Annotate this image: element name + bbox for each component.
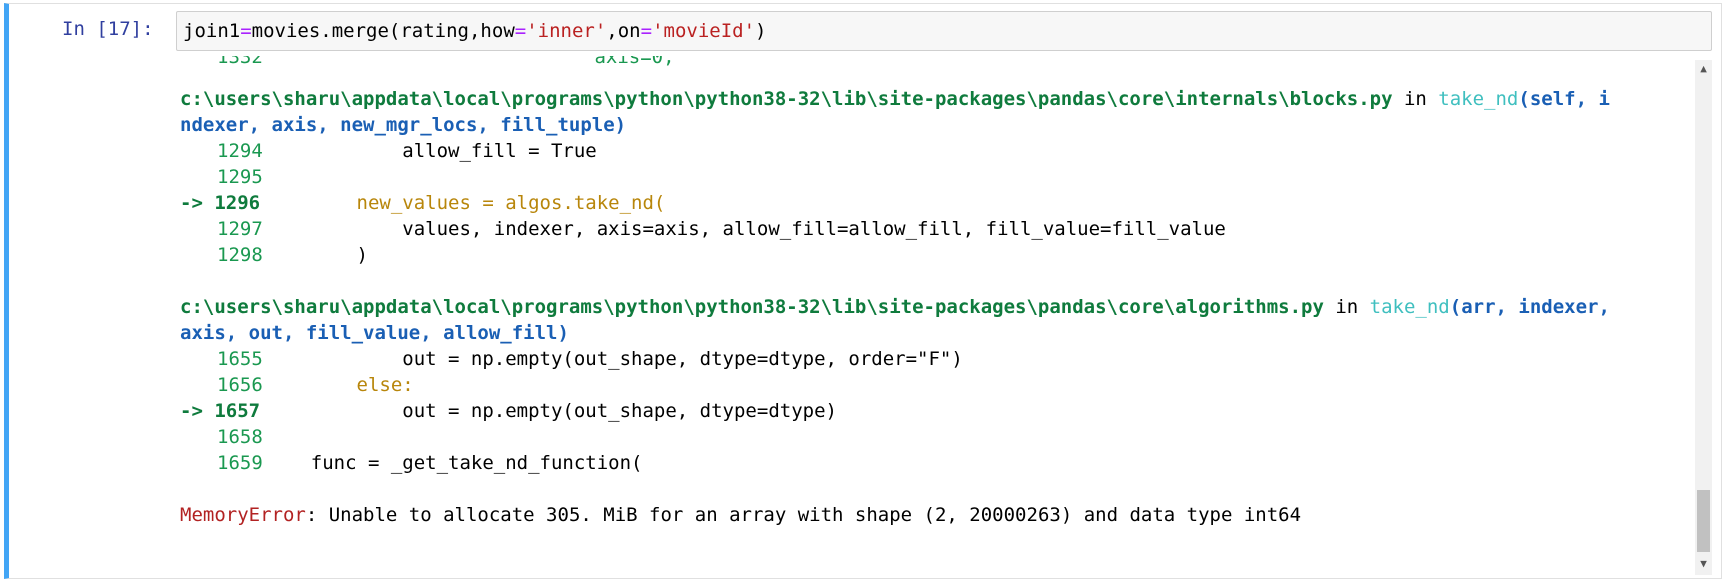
frame-args-cont: axis, out, fill_value, allow_fill) [180, 322, 569, 344]
output-area[interactable]: 1332 axis=0, c:\users\sharu\appdata\loca… [12, 56, 1712, 580]
frame-args-cont: ndexer, axis, new_mgr_locs, fill_tuple) [180, 114, 627, 136]
code-token: ) [755, 20, 767, 42]
scroll-up-arrow-icon[interactable]: ▲ [1695, 60, 1712, 77]
frame-func: take_nd [1438, 88, 1519, 110]
code-token: ,on [606, 20, 641, 42]
code-token: = [240, 20, 252, 42]
line-number: 1658 [217, 426, 263, 448]
scroll-down-arrow-icon[interactable]: ▼ [1695, 555, 1712, 572]
frame-header: c:\users\sharu\appdata\local\programs\py… [180, 294, 1610, 320]
line-number: 1295 [217, 166, 263, 188]
frame-header: c:\users\sharu\appdata\local\programs\py… [180, 86, 1610, 112]
frame-args: (arr, indexer, [1449, 296, 1610, 318]
frame-in: in [1323, 296, 1370, 318]
current-line-marker: -> 1296 [180, 192, 261, 214]
code-line: out = np.empty(out_shape, dtype=dtype, o… [265, 348, 963, 370]
code-line: ) [265, 244, 368, 266]
code-token: 'movieId' [652, 20, 756, 42]
line-number: 1655 [217, 348, 263, 370]
frame-in: in [1392, 88, 1439, 110]
line-number: 1659 [217, 452, 263, 474]
code-line: func = _get_take_nd_function( [265, 452, 643, 474]
traceback-line: 1332 axis=0, [217, 56, 675, 68]
code-line: join1=movies.merge(rating,how='inner',on… [183, 20, 766, 42]
code-token: = [640, 20, 653, 42]
error-text: : Unable to allocate 305. MiB for an arr… [305, 504, 1302, 526]
code-line: else: [265, 374, 414, 396]
code-token: 'inner' [526, 20, 607, 42]
frame-func: take_nd [1369, 296, 1450, 318]
scrollbar-thumb[interactable] [1697, 490, 1710, 552]
frame-args: (self, i [1518, 88, 1610, 110]
frame-path: c:\users\sharu\appdata\local\programs\py… [180, 88, 1393, 110]
line-number: 1656 [217, 374, 263, 396]
code-token: join1 [183, 20, 241, 42]
current-line-marker: -> 1657 [180, 400, 261, 422]
error-message: MemoryError: Unable to allocate 305. MiB… [180, 502, 1301, 528]
input-prompt: In [17]: [62, 18, 154, 40]
code-token: movies.merge(rating,how [251, 20, 515, 42]
code-line: values, indexer, axis=axis, allow_fill=a… [265, 218, 1226, 240]
code-line: allow_fill = True [265, 140, 597, 162]
error-name: MemoryError [180, 504, 306, 526]
code-input[interactable]: join1=movies.merge(rating,how='inner',on… [176, 11, 1712, 51]
current-code-line: out = np.empty(out_shape, dtype=dtype) [265, 400, 837, 422]
code-token: = [514, 20, 527, 42]
line-number: 1294 [217, 140, 263, 162]
frame-path: c:\users\sharu\appdata\local\programs\py… [180, 296, 1324, 318]
line-number: 1298 [217, 244, 263, 266]
current-code-line: new_values = algos.take_nd( [265, 192, 666, 214]
line-number: 1297 [217, 218, 263, 240]
